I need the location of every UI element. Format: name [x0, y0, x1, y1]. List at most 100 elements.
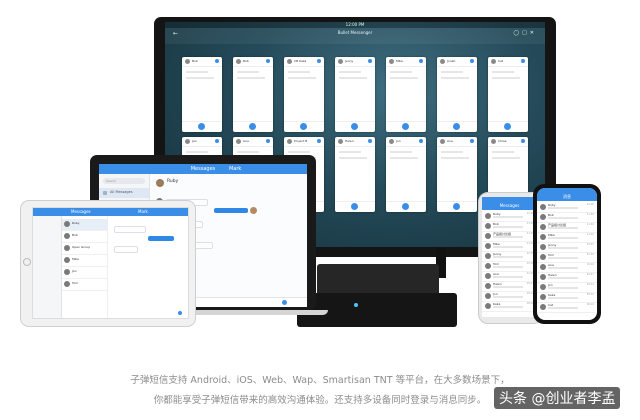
chat-avatar	[156, 179, 164, 187]
card-contact-name: Mike	[396, 59, 403, 63]
send-button[interactable]	[300, 123, 307, 130]
conversation-card[interactable]: Bob	[233, 57, 273, 132]
conversation-card[interactable]: Jon	[386, 137, 426, 212]
contact-row[interactable]: Jan	[62, 267, 107, 279]
avatar	[485, 213, 491, 219]
card-contact-name: Ana	[447, 139, 453, 143]
contact-row[interactable]: Bob	[62, 231, 107, 243]
tablet-chat-area	[108, 216, 188, 318]
conversation-card[interactable]: Mike	[386, 57, 426, 132]
avatar	[540, 244, 546, 250]
avatar	[185, 59, 190, 64]
laptop-search-input[interactable]: Search	[103, 178, 145, 184]
message-line	[492, 71, 514, 73]
avatar	[540, 284, 546, 290]
menu-dot-icon[interactable]	[215, 139, 219, 143]
laptop-header-right: Mark	[229, 166, 242, 172]
avatar	[540, 234, 546, 240]
tablet-sidebar	[33, 216, 62, 318]
menu-dot-icon[interactable]	[470, 139, 474, 143]
laptop-header-title: Messages	[190, 166, 216, 172]
send-icon[interactable]	[282, 300, 287, 305]
menu-dot-icon[interactable]	[266, 139, 270, 143]
conversation-row[interactable]: Cat 08:10	[537, 302, 597, 313]
conversation-row[interactable]: Kaka 08:40	[482, 301, 537, 312]
chat-contact-name: Ruby	[167, 179, 179, 184]
monitor-toolbar-icons[interactable]: ◯□✕	[513, 30, 537, 36]
send-button[interactable]	[249, 123, 256, 130]
menu-dot-icon[interactable]	[419, 139, 423, 143]
menu-dot-icon[interactable]	[317, 139, 321, 143]
message-line	[186, 77, 214, 79]
avatar	[485, 253, 491, 259]
message-line	[237, 71, 259, 73]
message-preview	[493, 246, 523, 248]
send-button[interactable]	[453, 203, 460, 210]
message-preview	[548, 237, 578, 239]
avatar	[338, 59, 343, 64]
conversation-card[interactable]: CB Kaka	[284, 57, 324, 132]
avatar	[540, 294, 546, 300]
avatar	[64, 233, 70, 239]
message-line	[492, 157, 520, 159]
conversation-card[interactable]: Helen	[335, 137, 375, 212]
contact-name: Ruby	[72, 221, 80, 225]
card-contact-name: Chloe	[498, 139, 507, 143]
power-led-icon	[354, 303, 358, 307]
message-bubble	[148, 236, 174, 241]
message-bubble	[214, 208, 248, 213]
menu-dot-icon[interactable]	[317, 59, 321, 63]
send-button[interactable]	[198, 123, 205, 130]
conversation-card[interactable]: Cat	[488, 57, 528, 132]
menu-dot-icon[interactable]	[521, 139, 525, 143]
message-preview	[493, 286, 523, 288]
avatar	[389, 59, 394, 64]
card-contact-name: Cat	[498, 59, 504, 63]
sidebar-item[interactable]: All Messages	[99, 188, 149, 198]
phone-right-title: 消息	[563, 194, 571, 199]
contact-row[interactable]: Tom	[62, 279, 107, 291]
card-contact-name: Jan	[192, 139, 197, 143]
menu-dot-icon[interactable]	[368, 139, 372, 143]
caption-line-1: 子弹短信支持 Android、iOS、Web、Wap、Smartisan TNT…	[130, 375, 510, 386]
avatar	[540, 304, 546, 310]
contact-row[interactable]: Ruby	[62, 219, 107, 231]
conversation-card[interactable]: Ana	[437, 137, 477, 212]
conversation-card[interactable]: Jenny	[335, 57, 375, 132]
message-preview	[493, 216, 523, 218]
send-button[interactable]	[453, 123, 460, 130]
message-line	[390, 157, 418, 159]
avatar	[485, 223, 491, 229]
contact-row[interactable]: Open Group	[62, 243, 107, 255]
contact-row[interactable]: Mike	[62, 255, 107, 267]
conversation-time: 11:58	[586, 213, 594, 216]
conversation-card[interactable]: Jonah	[437, 57, 477, 132]
conversation-time: 09:12	[586, 283, 594, 286]
send-button[interactable]	[402, 203, 409, 210]
send-button[interactable]	[351, 123, 358, 130]
menu-dot-icon[interactable]	[419, 59, 423, 63]
conversation-card[interactable]: Bob	[182, 57, 222, 132]
watermark: 头条 @创业者李孟	[494, 387, 621, 409]
menu-dot-icon[interactable]	[521, 59, 525, 63]
send-button[interactable]	[351, 203, 358, 210]
home-button-icon[interactable]	[23, 258, 31, 266]
message-line	[441, 151, 463, 153]
send-button[interactable]	[504, 123, 511, 130]
message-line	[339, 71, 361, 73]
phone-left-title: Messages	[499, 203, 520, 208]
avatar	[491, 59, 496, 64]
avatar	[64, 281, 70, 287]
card-contact-name: Project B	[294, 139, 308, 143]
card-contact-name: Helen	[345, 139, 354, 143]
message-line	[288, 71, 310, 73]
send-button[interactable]	[402, 123, 409, 130]
menu-dot-icon[interactable]	[266, 59, 270, 63]
menu-dot-icon[interactable]	[215, 59, 219, 63]
conversation-time: 12:00	[586, 203, 594, 206]
menu-dot-icon[interactable]	[368, 59, 372, 63]
tablet-screen: Messages Mark Ruby Bob Open Group Mike Jan To…	[32, 207, 189, 319]
send-icon[interactable]	[178, 311, 182, 315]
menu-dot-icon[interactable]	[470, 59, 474, 63]
message-preview	[548, 257, 578, 259]
